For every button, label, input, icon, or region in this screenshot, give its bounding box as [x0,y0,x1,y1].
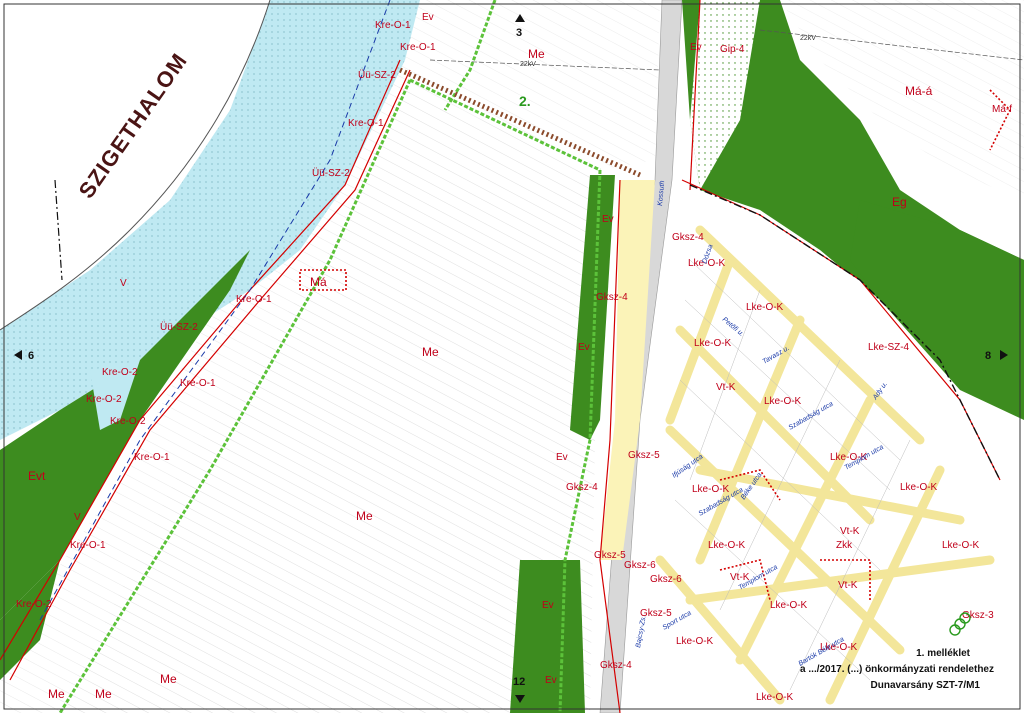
zone-label: Vt-K [840,526,860,537]
zone-label: V [74,512,81,523]
sheet-ref-label: 3 [516,27,522,39]
zone-label: Me [422,345,439,359]
zone-label: Lke-SZ-4 [868,342,910,353]
annex-line3: Dunavarsány SZT-7/M1 [871,680,981,691]
plan-number: 2. [519,93,531,109]
zone-label: Ev [422,12,434,23]
zoning-map: SZIGETHALOM 2. 22kV 22kV 3 6 8 12 Kre-O-… [0,0,1024,713]
zone-label: Kre-O-1 [348,118,384,129]
zone-label: Üü-SZ-2 [160,321,198,333]
zone-label: Gksz-4 [566,482,598,493]
annex-title: 1. melléklet [916,648,971,659]
zone-label: Gip-4 [720,44,745,55]
power-line-label: 22kV [520,61,536,68]
zone-label: Lke-O-K [692,484,730,495]
zone-label: V [120,278,127,289]
zone-label: Kre-O-1 [375,20,411,31]
sheet-ref-label: 12 [513,676,525,688]
zone-label: Me [160,672,177,686]
zone-label: Kre-O-1 [134,452,170,463]
zone-label: Kre-O-1 [180,378,216,389]
zone-label: Má-f [992,104,1012,115]
zone-label: Gksz-5 [628,450,660,461]
zone-label: Ev [578,342,590,353]
zone-label: Lke-O-K [756,692,794,703]
zone-label: Gksz-4 [596,292,628,303]
zone-label: Gksz-6 [624,560,656,571]
zone-label: Lke-O-K [746,302,784,313]
zone-label: Vt-K [838,580,858,591]
zone-label: Üü-SZ-2 [312,167,350,179]
zone-label: Kre-O-2 [102,367,138,378]
zone-label: Me [48,687,65,701]
zone-label: Kre-O-1 [400,42,436,53]
zone-label: Kre-O-1 [70,540,106,551]
sheet-ref-label: 8 [985,350,991,362]
zone-label: Lke-O-K [676,636,714,647]
zone-label: Lke-O-K [770,600,808,611]
zone-label: Lke-O-K [708,540,746,551]
zone-label: Vt-K [716,382,736,393]
zone-label: Má [310,275,327,289]
forest-ev-south [510,560,585,713]
zone-label: Me [356,509,373,523]
zone-label: Evt [28,469,46,483]
zone-label: Eg [892,195,907,209]
power-line-label-east: 22kV [800,35,816,42]
zone-label: Ev [545,675,557,686]
zone-label: Üü-SZ-2 [358,69,396,81]
zone-label: Zkk [836,540,853,551]
zone-label: Gksz-6 [650,574,682,585]
zone-label: Lke-O-K [764,396,802,407]
zone-label: Lke-O-K [900,482,938,493]
zone-label: Má-á [905,84,933,98]
sheet-ref-label: 6 [28,350,34,362]
zone-label: Kre-O-1 [236,294,272,305]
zone-label: Ev [602,214,614,225]
annex-line2: a .../2017. (...) önkormányzati rendelet… [800,664,994,675]
zone-label: Ev [542,600,554,611]
zone-label: Lke-O-K [942,540,980,551]
zone-label: Ev [690,42,702,53]
zone-label: Me [95,687,112,701]
zone-label: Ev [556,452,568,463]
zone-label: Lke-O-K [694,338,732,349]
zone-label: Kre-O-2 [110,416,146,427]
zone-label: Me [528,47,545,61]
zone-label: Gksz-5 [594,550,626,561]
zone-label: Gksz-4 [600,660,632,671]
zone-label: Gksz-4 [672,232,704,243]
zone-label: Gksz-3 [962,610,994,621]
zone-label: Kre-O-2 [86,394,122,405]
zone-label: Kre-O-2 [16,599,52,610]
